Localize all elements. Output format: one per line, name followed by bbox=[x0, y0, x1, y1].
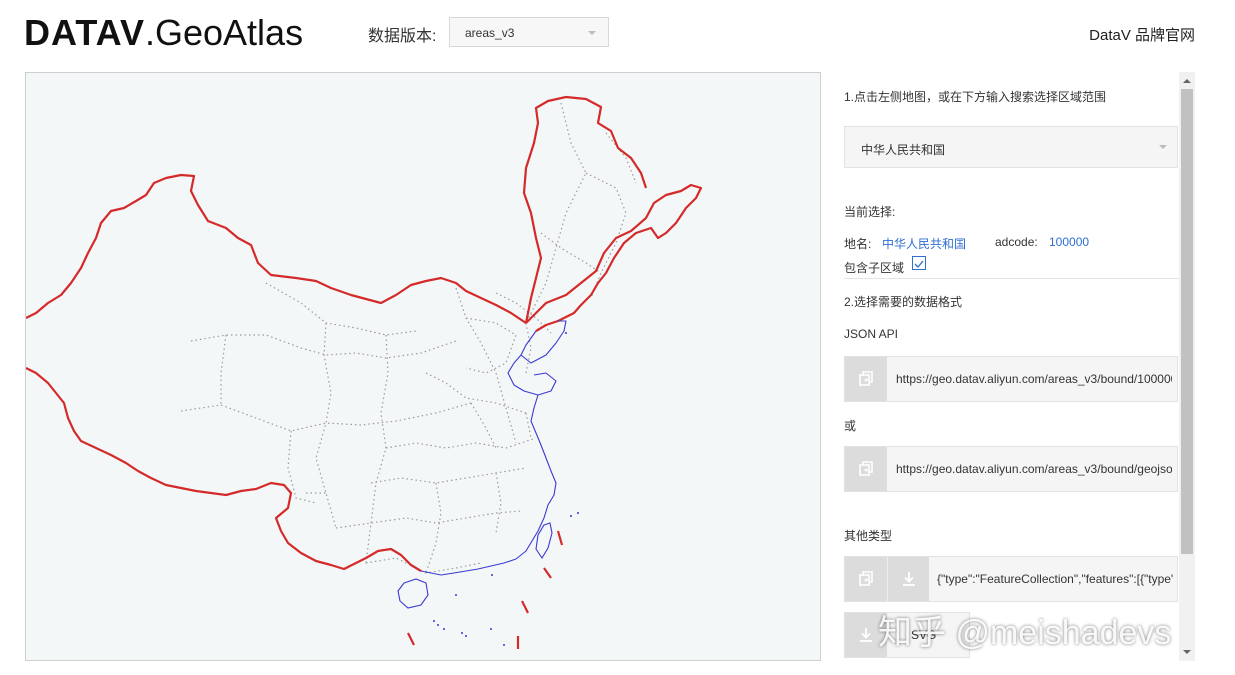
datav-brand-link[interactable]: DataV 品牌官网 bbox=[1089, 24, 1195, 45]
svg-download-box: SVG bbox=[844, 612, 970, 658]
region-select-value: 中华人民共和国 bbox=[861, 143, 946, 157]
geojson-data-text[interactable]: {"type":"FeatureCollection","features":[… bbox=[937, 572, 1173, 586]
geojson-url-text[interactable]: https://geo.datav.aliyun.com/areas_v3/bo… bbox=[896, 462, 1172, 476]
settings-panel: 1.点击左侧地图，或在下方输入搜索选择区域范围 中华人民共和国 当前选择: 地名… bbox=[844, 72, 1179, 661]
region-select[interactable]: 中华人民共和国 bbox=[844, 126, 1178, 168]
current-selection-label: 当前选择: bbox=[844, 205, 896, 219]
svg-label: SVG bbox=[911, 628, 937, 642]
include-subregion-checkbox[interactable] bbox=[912, 256, 926, 270]
checkmark-icon bbox=[914, 260, 924, 268]
divider bbox=[844, 278, 1179, 279]
step2-instruction: 2.选择需要的数据格式 bbox=[844, 295, 963, 309]
json-api-url-text[interactable]: https://geo.datav.aliyun.com/areas_v3/bo… bbox=[896, 372, 1172, 386]
scroll-down-icon[interactable] bbox=[1179, 645, 1195, 659]
version-label: 数据版本: bbox=[368, 28, 437, 45]
place-name-label: 地名: bbox=[844, 237, 872, 251]
header: DATAV.GeoAtlas 数据版本: areas_v3 DataV 品牌官网 bbox=[0, 0, 1235, 66]
south-sea-islands bbox=[433, 332, 579, 646]
download-icon bbox=[902, 572, 915, 586]
adcode-value: 100000 bbox=[1049, 235, 1090, 249]
download-icon bbox=[860, 628, 872, 642]
json-api-label: JSON API bbox=[844, 327, 899, 341]
logo-light: .GeoAtlas bbox=[144, 12, 304, 53]
taiwan-island bbox=[535, 522, 553, 560]
or-label: 或 bbox=[844, 419, 857, 433]
step1-instruction: 1.点击左侧地图，或在下方输入搜索选择区域范围 bbox=[844, 90, 1107, 104]
land-border bbox=[522, 95, 703, 332]
copy-icon bbox=[859, 461, 873, 476]
download-geojson-button[interactable] bbox=[887, 557, 929, 601]
china-map-svg[interactable] bbox=[26, 73, 821, 661]
json-api-url-box: https://geo.datav.aliyun.com/areas_v3/bo… bbox=[844, 356, 1178, 402]
other-types-label: 其他类型 bbox=[844, 529, 893, 543]
logo-bold: DATAV bbox=[24, 12, 145, 53]
copy-icon bbox=[859, 571, 873, 586]
copy-url2-button[interactable] bbox=[845, 447, 887, 491]
geojson-data-box: {"type":"FeatureCollection","features":[… bbox=[844, 556, 1178, 602]
place-name-value: 中华人民共和国 bbox=[882, 237, 967, 251]
scroll-up-icon[interactable] bbox=[1179, 74, 1195, 88]
province-boundaries bbox=[180, 102, 637, 574]
geojson-url-box: https://geo.datav.aliyun.com/areas_v3/bo… bbox=[844, 446, 1178, 492]
version-select-value: areas_v3 bbox=[465, 26, 515, 40]
version-select[interactable]: areas_v3 bbox=[449, 17, 609, 47]
copy-url1-button[interactable] bbox=[845, 357, 887, 401]
chevron-down-icon bbox=[1159, 145, 1167, 149]
panel-scrollbar[interactable] bbox=[1179, 72, 1195, 661]
china-map[interactable] bbox=[25, 72, 821, 661]
copy-geojson-button[interactable] bbox=[845, 557, 887, 601]
download-svg-button[interactable] bbox=[845, 613, 887, 657]
adcode-label: adcode: bbox=[995, 235, 1038, 249]
datav-geoatlas-logo[interactable]: DATAV.GeoAtlas bbox=[24, 12, 303, 54]
hainan-island bbox=[397, 578, 429, 609]
include-subregion-label: 包含子区域 bbox=[844, 261, 905, 275]
copy-icon bbox=[859, 371, 873, 386]
chevron-down-icon bbox=[588, 31, 596, 35]
scrollbar-thumb[interactable] bbox=[1181, 89, 1193, 554]
land-border-west bbox=[26, 173, 527, 572]
